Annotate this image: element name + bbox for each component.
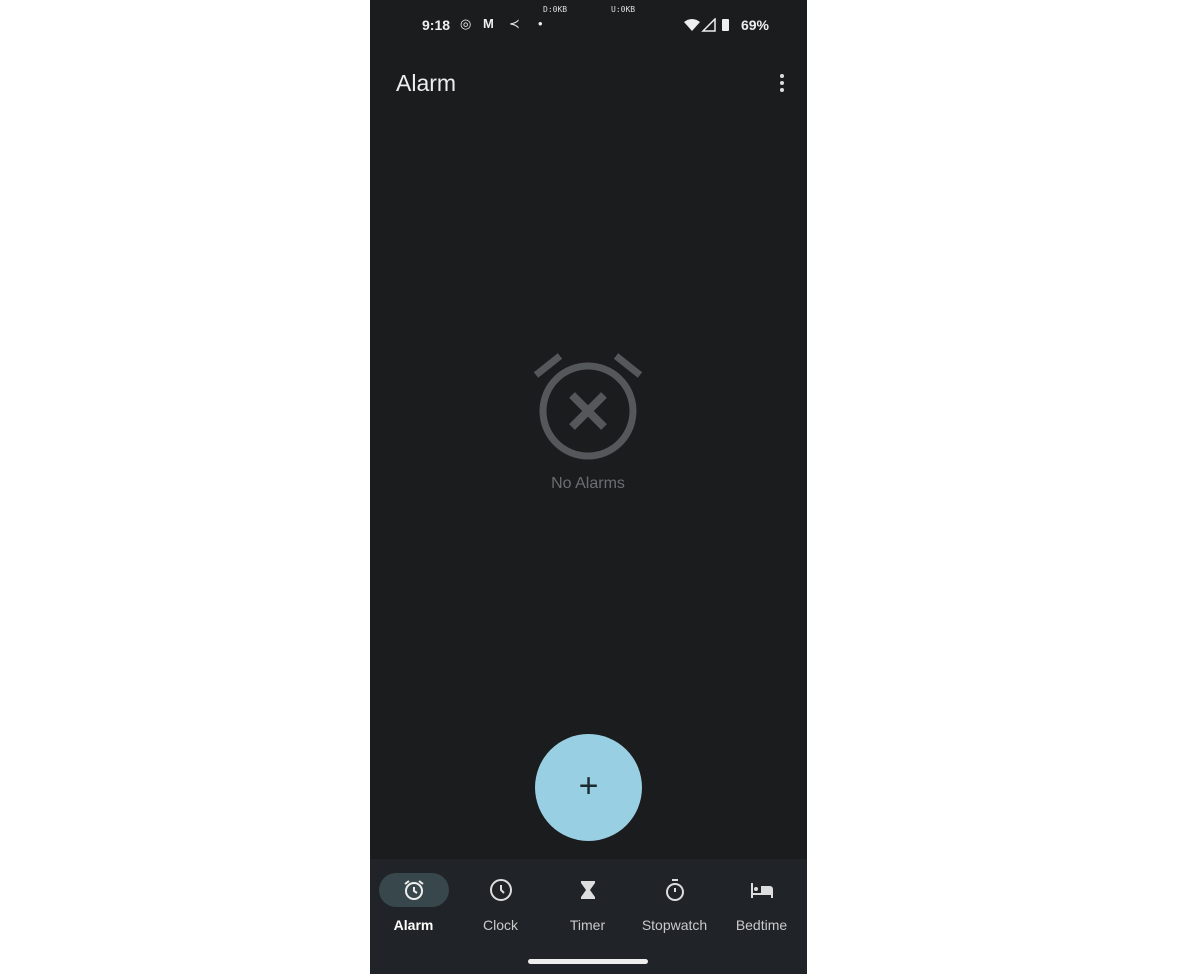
bed-icon [750, 883, 773, 898]
no-alarms-text: No Alarms [551, 475, 625, 492]
tab-timer[interactable]: Timer [544, 873, 631, 933]
tab-bedtime[interactable]: Bedtime [718, 873, 805, 933]
alarm-icon [403, 880, 424, 900]
download-speed: D:0KB [543, 5, 568, 14]
empty-state: No Alarms [530, 348, 646, 498]
wifi-signal-battery-icons [684, 18, 729, 32]
tab-label: Timer [569, 917, 606, 933]
clock-icon [489, 879, 512, 901]
gmail-icon: M [483, 16, 494, 31]
dot-icon: • [538, 16, 543, 31]
phone-screen: 9:18 ◎ M ≺ • D:0KB U:0KB 69% Alarm No Al… [370, 0, 807, 974]
add-alarm-button[interactable]: + [535, 734, 642, 841]
alarm-off-icon [533, 353, 643, 460]
status-bar: 9:18 ◎ M ≺ • D:0KB U:0KB 69% [370, 0, 807, 40]
tab-label: Stopwatch [641, 917, 708, 933]
tab-clock[interactable]: Clock [457, 873, 544, 933]
status-time: 9:18 [422, 17, 451, 33]
more-options-icon[interactable] [777, 74, 787, 96]
gesture-handle[interactable] [528, 959, 648, 964]
tab-stopwatch[interactable]: Stopwatch [631, 873, 718, 933]
battery-percent: 69% [740, 17, 769, 33]
bottom-nav: Alarm Clock Timer Stopwatch Bedtime [370, 859, 807, 974]
tab-label: Alarm [393, 917, 434, 933]
stopwatch-icon [665, 879, 684, 901]
upload-speed: U:0KB [611, 5, 636, 14]
instagram-icon: ◎ [460, 16, 472, 31]
tab-alarm[interactable]: Alarm [370, 873, 457, 933]
app-notification-icon: ≺ [509, 16, 520, 31]
tab-label: Bedtime [735, 917, 788, 933]
page-title: Alarm [396, 70, 457, 96]
tab-label: Clock [482, 917, 518, 933]
hourglass-icon [580, 881, 595, 899]
